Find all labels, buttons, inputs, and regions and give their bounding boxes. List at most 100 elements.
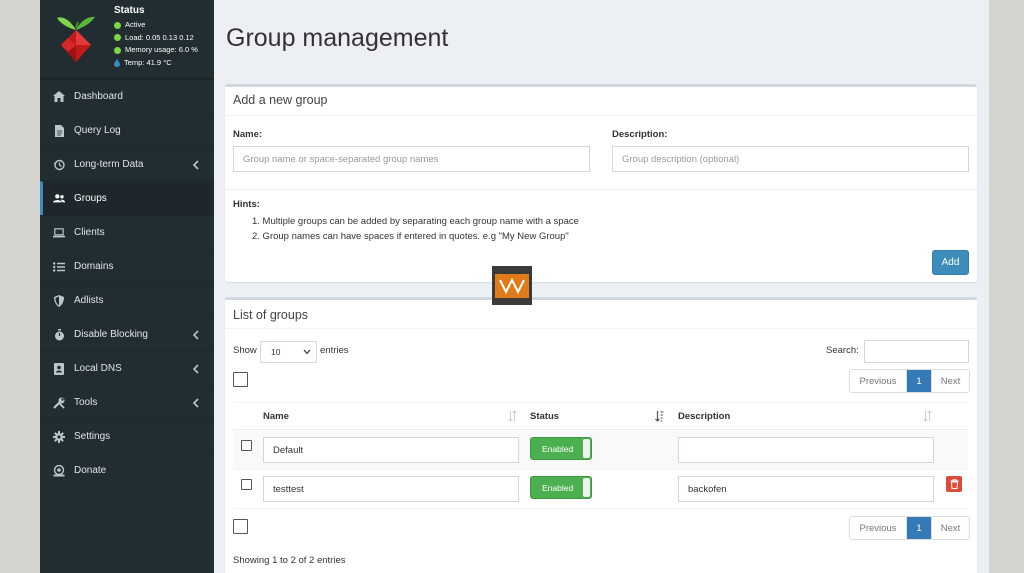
sidebar-item-disable-blocking[interactable]: Disable Blocking	[40, 317, 214, 351]
donate-icon	[53, 464, 65, 477]
search-label: Search:	[826, 345, 859, 356]
group-name-field[interactable]: Default	[263, 437, 519, 463]
pagination-bottom: Previous 1 Next	[849, 516, 970, 540]
column-name-header[interactable]: Name	[263, 411, 289, 422]
list-icon	[53, 261, 65, 273]
divider	[225, 189, 977, 190]
next-page-button[interactable]: Next	[931, 370, 969, 392]
entries-label: entries	[320, 345, 349, 356]
hint-item: 1. Multiple groups can be added by separ…	[252, 216, 579, 227]
sidebar-item-local-dns[interactable]: Local DNS	[40, 351, 214, 385]
show-label: Show	[233, 345, 257, 356]
sidebar-item-clients[interactable]: Clients	[40, 215, 214, 249]
row-checkbox[interactable]	[241, 479, 252, 490]
main-content: Group management Add a new group Name: G…	[214, 0, 989, 573]
temperature-drop-icon	[114, 58, 120, 67]
sidebar-item-donate[interactable]: Donate	[40, 453, 214, 487]
status-panel: Status Active Load: 0.05 0.13 0.12 Memor…	[114, 5, 198, 69]
delete-group-button[interactable]	[946, 476, 962, 492]
group-status-toggle[interactable]: Enabled	[530, 476, 592, 499]
shield-icon	[53, 294, 65, 307]
group-name-field[interactable]: testtest	[263, 476, 519, 502]
sidebar-item-domains[interactable]: Domains	[40, 249, 214, 283]
status-dot-icon	[114, 21, 121, 29]
sidebar-item-dashboard[interactable]: Dashboard	[40, 79, 214, 113]
laptop-icon	[53, 227, 65, 239]
file-icon	[53, 124, 65, 137]
group-list-header: List of groups	[225, 300, 977, 329]
chevron-left-icon	[192, 398, 199, 408]
status-temp: Temp: 41.9 °C	[114, 57, 198, 70]
toggle-knob	[583, 439, 590, 458]
group-status-toggle[interactable]: Enabled	[530, 437, 592, 460]
history-icon	[53, 159, 65, 171]
window-frame-left	[0, 0, 40, 573]
sort-both-icon	[923, 410, 932, 422]
description-label: Description:	[612, 129, 668, 140]
gear-icon	[53, 430, 65, 443]
sidebar-brand: Status Active Load: 0.05 0.13 0.12 Memor…	[40, 0, 214, 79]
sidebar-item-query-log[interactable]: Query Log	[40, 113, 214, 147]
sidebar-menu: Dashboard Query Log Long-term Data Group…	[40, 79, 214, 487]
sidebar: Status Active Load: 0.05 0.13 0.12 Memor…	[40, 0, 214, 573]
previous-page-button[interactable]: Previous	[850, 370, 907, 392]
chevron-left-icon	[192, 330, 199, 340]
row-checkbox[interactable]	[241, 440, 252, 451]
pihole-logo-icon	[57, 16, 95, 62]
page-1-button[interactable]: 1	[907, 370, 931, 392]
next-page-button[interactable]: Next	[931, 517, 969, 539]
select-all-checkbox-bottom[interactable]	[233, 519, 248, 534]
column-description-header[interactable]: Description	[678, 411, 730, 422]
toggle-knob	[583, 478, 590, 497]
home-icon	[53, 91, 65, 103]
load-dot-icon	[114, 34, 121, 42]
stopwatch-icon	[53, 328, 65, 341]
add-group-box: Add a new group Name: Group name or spac…	[225, 84, 977, 282]
page-title: Group management	[226, 24, 449, 52]
sort-desc-icon	[655, 411, 664, 422]
trash-icon	[950, 479, 958, 489]
chevron-left-icon	[192, 364, 199, 374]
chevron-left-icon	[192, 160, 199, 170]
add-group-button[interactable]: Add	[932, 250, 969, 275]
sidebar-item-groups[interactable]: Groups	[40, 181, 214, 215]
group-description-field[interactable]	[678, 437, 934, 463]
sidebar-item-tools[interactable]: Tools	[40, 385, 214, 419]
search-input[interactable]	[864, 340, 969, 363]
group-description-field[interactable]: backofen	[678, 476, 934, 502]
sidebar-item-settings[interactable]: Settings	[40, 419, 214, 453]
status-title: Status	[114, 5, 145, 16]
sidebar-item-long-term-data[interactable]: Long-term Data	[40, 147, 214, 181]
hint-item: 2. Group names can have spaces if entere…	[252, 231, 569, 242]
column-status-header[interactable]: Status	[530, 411, 559, 422]
group-name-input[interactable]: Group name or space-separated group name…	[233, 146, 590, 172]
hints-list: 1. Multiple groups can be added by separ…	[252, 214, 579, 244]
users-icon	[53, 193, 65, 205]
watermark-logo	[492, 266, 532, 305]
sidebar-item-adlists[interactable]: Adlists	[40, 283, 214, 317]
sort-both-icon	[508, 410, 517, 422]
chevron-down-icon	[303, 349, 311, 355]
window-frame-right	[989, 0, 1024, 573]
table-header: Name Status Description	[233, 402, 968, 430]
name-label: Name:	[233, 129, 263, 140]
tools-icon	[53, 397, 65, 409]
table-row: testtest Enabled backofen	[233, 470, 968, 509]
group-description-input[interactable]: Group description (optional)	[612, 146, 969, 172]
page-1-button[interactable]: 1	[907, 517, 931, 539]
hints-title: Hints:	[233, 199, 260, 210]
table-row: Default Enabled	[233, 431, 968, 470]
pagination-top: Previous 1 Next	[849, 369, 970, 393]
address-book-icon	[53, 362, 65, 375]
watermark-icon	[495, 274, 529, 298]
status-active: Active	[114, 19, 198, 32]
entries-summary: Showing 1 to 2 of 2 entries	[233, 555, 346, 566]
group-list-box: List of groups Show 10 entries Search: P…	[225, 297, 977, 573]
select-all-checkbox-top[interactable]	[233, 372, 248, 387]
status-memory: Memory usage: 6.0 %	[114, 44, 198, 57]
previous-page-button[interactable]: Previous	[850, 517, 907, 539]
add-group-header: Add a new group	[225, 87, 977, 116]
memory-dot-icon	[114, 46, 121, 54]
entries-per-page-select[interactable]: 10	[260, 341, 317, 363]
status-load: Load: 0.05 0.13 0.12	[114, 32, 198, 45]
